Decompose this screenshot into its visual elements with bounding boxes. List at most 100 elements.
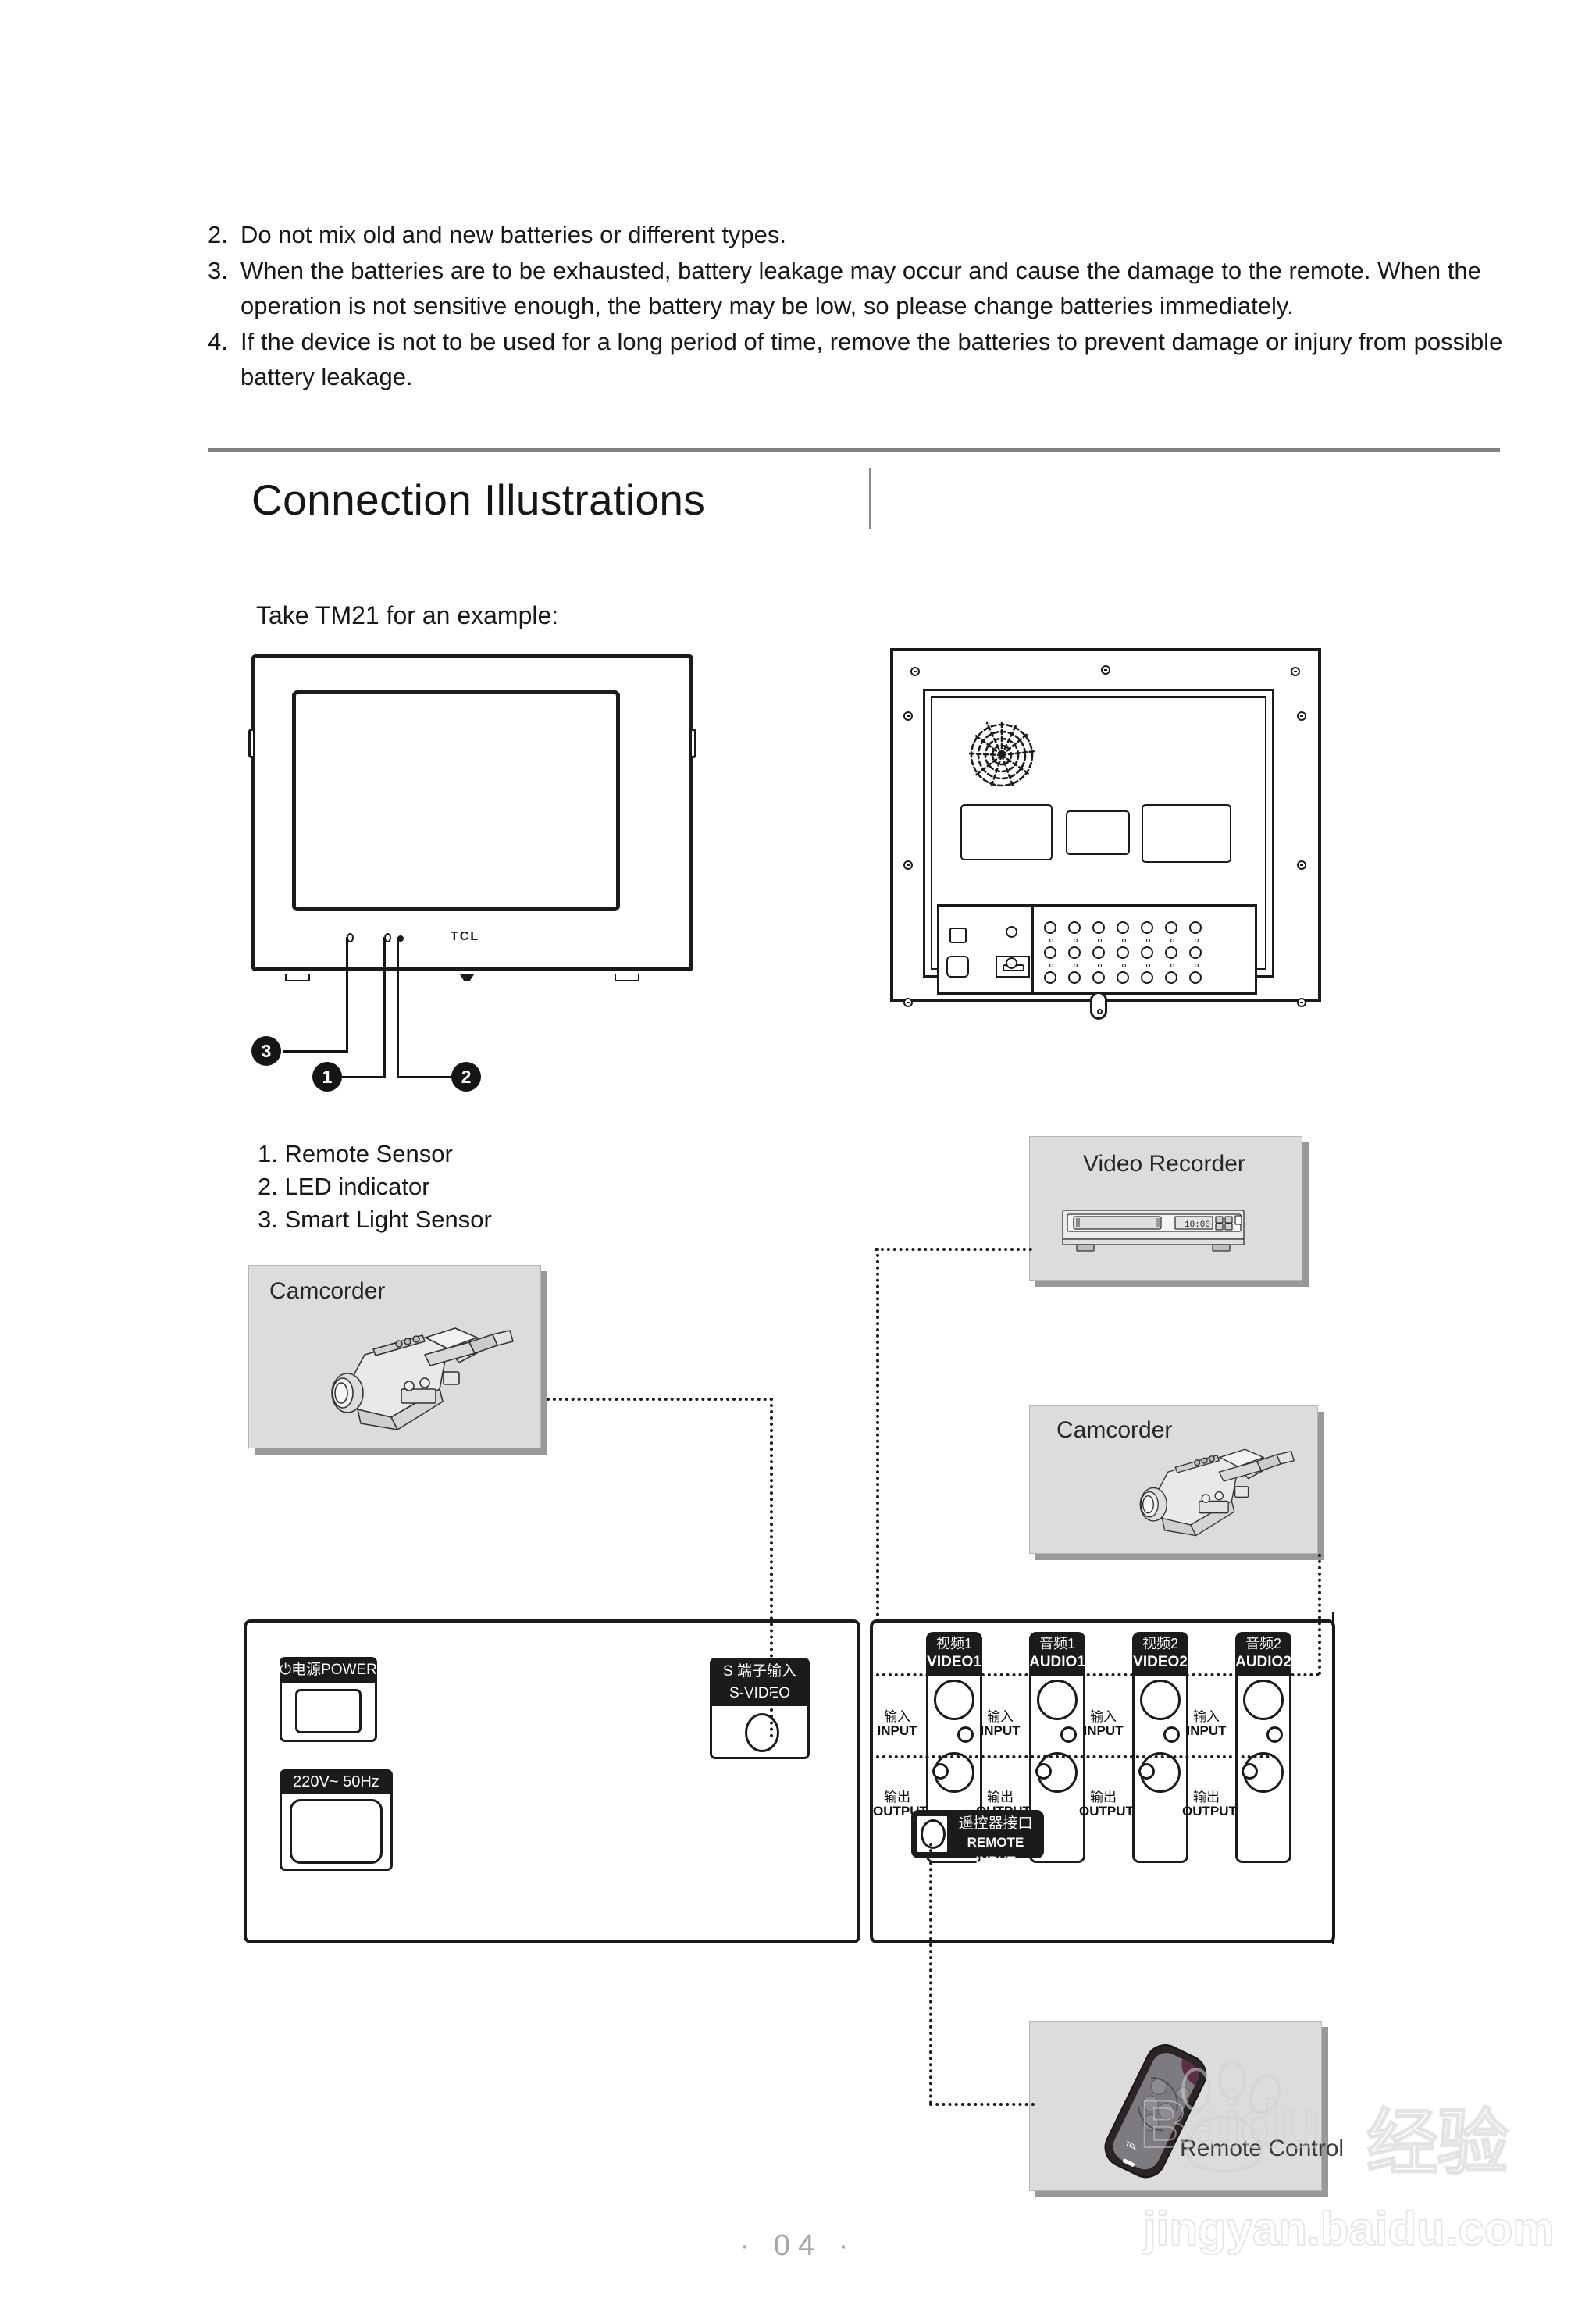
rear-pin-icon xyxy=(1122,964,1126,967)
list-item-number: 4. xyxy=(208,328,228,355)
audio2-mid-jack[interactable] xyxy=(1266,1726,1283,1743)
callout-leader-2-horizontal xyxy=(397,1076,455,1078)
audio2-tail-jack[interactable] xyxy=(1242,1763,1258,1780)
rear-pin-icon xyxy=(1098,939,1102,942)
rear-pin-icon xyxy=(1195,939,1199,942)
rear-pin-icon xyxy=(1170,939,1174,942)
rear-jack-icon xyxy=(1165,921,1177,934)
io-label-output-cn: 输出 xyxy=(987,1790,1014,1804)
screw-icon xyxy=(1297,711,1306,721)
rear-label-plate-3 xyxy=(1142,804,1231,863)
video2-mid-jack[interactable] xyxy=(1163,1726,1180,1743)
monitor-screen xyxy=(292,690,620,911)
connector-panel-right: 视频1 VIDEO1 输入 INPUT 输出 OUTPUT 音频1 AUDIO1 xyxy=(870,1619,1335,1943)
cable-camcorder-right-v xyxy=(1318,1554,1321,1675)
power-label-cn: 电源 xyxy=(291,1662,322,1678)
io-label-output-cn: 输出 xyxy=(884,1790,910,1804)
list-item-text: If the device is not to be used for a lo… xyxy=(240,328,1503,390)
legend-item-1: 1. Remote Sensor xyxy=(258,1140,453,1167)
video1-input-jack[interactable] xyxy=(934,1680,974,1720)
side-tab-left-icon xyxy=(248,729,255,758)
strip-label-cn: 音频1 xyxy=(1038,1636,1075,1651)
remote-input-label-cn: 遥控器接口 xyxy=(958,1815,1033,1832)
rear-jack-icon xyxy=(1189,921,1202,934)
list-item: 3. When the batteries are to be exhauste… xyxy=(208,253,1519,323)
connector-strip-video2: 视频2 VIDEO2 xyxy=(1132,1632,1188,1863)
video1-mid-jack[interactable] xyxy=(957,1726,974,1743)
rear-label-plate-1 xyxy=(960,804,1053,860)
power-label-en: POWER xyxy=(321,1662,377,1678)
remote-input-jack[interactable] xyxy=(915,1814,949,1854)
rear-jack-icon xyxy=(1117,921,1129,934)
video2-tail-jack[interactable] xyxy=(1138,1763,1155,1780)
io-label-input: 输入 INPUT xyxy=(1182,1710,1231,1738)
audio1-input-jack[interactable] xyxy=(1037,1680,1078,1720)
svideo-jack[interactable] xyxy=(710,1706,810,1759)
strip-label-en: VIDEO1 xyxy=(927,1654,981,1670)
io-label-output: 输出 OUTPUT xyxy=(1182,1790,1237,1819)
legend-item-3: 3. Smart Light Sensor xyxy=(258,1206,492,1233)
watermark-brand-cn: 经验 xyxy=(1366,2103,1509,2184)
speaker-grille-icon xyxy=(965,717,1038,793)
cable-video-recorder-v xyxy=(876,1248,879,1623)
io-label-input: 输入 INPUT xyxy=(873,1710,921,1738)
cable-output-bus xyxy=(876,1755,1276,1758)
video1-tail-jack[interactable] xyxy=(932,1763,949,1780)
power-switch-label: ⏻电源POWER xyxy=(280,1657,377,1683)
device-label: Remote Control xyxy=(1180,2136,1345,2161)
rear-jack-icon xyxy=(1006,926,1017,938)
io-label-output-en: OUTPUT xyxy=(1182,1803,1237,1819)
device-box-camcorder-right: Camcorder xyxy=(1029,1405,1318,1554)
screw-icon xyxy=(903,998,913,1007)
rear-jack-icon xyxy=(1165,946,1177,959)
mains-socket-body[interactable] xyxy=(280,1794,393,1871)
rear-jack-icon xyxy=(1189,946,1202,959)
device-box-remote-control: TCL Remote Control xyxy=(1029,2021,1344,2191)
strip-label-cn: 视频2 xyxy=(1142,1636,1178,1651)
svg-text:10:00: 10:00 xyxy=(1185,1220,1210,1230)
cable-remote-h xyxy=(929,2103,1035,2106)
io-label-output: 输出 OUTPUT xyxy=(1079,1790,1134,1819)
io-label-input-en: INPUT xyxy=(1083,1723,1124,1738)
panel-right-rail xyxy=(1332,1612,1334,1944)
callout-badge-3: 3 xyxy=(251,1036,281,1066)
screw-icon xyxy=(1297,998,1306,1007)
audio1-mid-jack[interactable] xyxy=(1060,1726,1077,1743)
svideo-label-cn: S 端子输入 xyxy=(723,1663,796,1680)
brand-logo: TCL xyxy=(451,930,480,943)
io-label-input-en: INPUT xyxy=(1186,1723,1227,1738)
rear-pin-icon xyxy=(1170,964,1174,967)
page-number: · 04 · xyxy=(739,2229,857,2262)
io-label-input: 输入 INPUT xyxy=(1079,1710,1128,1738)
rear-label-plate-2 xyxy=(1066,810,1130,855)
power-symbol-icon: ⏻ xyxy=(280,1662,292,1678)
monitor-bezel: TCL xyxy=(248,654,696,981)
video-recorder-illustration: 10:00 xyxy=(1062,1210,1245,1252)
cable-video-recorder-h xyxy=(875,1248,1032,1251)
rear-jack-icon xyxy=(1141,946,1153,959)
callout-badge-2: 2 xyxy=(451,1062,481,1092)
rear-socket-icon xyxy=(946,956,969,978)
list-item-number: 2. xyxy=(208,221,228,248)
device-label: Video Recorder xyxy=(1083,1151,1245,1177)
monitor-rear-view xyxy=(890,648,1327,1020)
side-tab-right-icon xyxy=(689,729,696,758)
strip-label-video1: 视频1 VIDEO1 xyxy=(926,1632,982,1676)
rear-jack-icon xyxy=(1068,921,1081,934)
monitor-foot-right xyxy=(615,974,639,981)
cable-camcorder-left-h xyxy=(547,1398,773,1401)
list-item: 2. Do not mix old and new batteries or d… xyxy=(208,217,1519,252)
io-label-input-en: INPUT xyxy=(877,1723,917,1738)
camcorder-illustration xyxy=(1139,1448,1295,1537)
strip-label-en: VIDEO2 xyxy=(1133,1654,1188,1670)
power-switch-body[interactable] xyxy=(280,1683,377,1742)
connector-panel-left: ⏻电源POWER 220V~ 50Hz S 端子输入 S-VIDEO xyxy=(244,1619,860,1943)
rear-pin-icon xyxy=(1049,964,1053,967)
callout-leader-3-vertical xyxy=(346,937,348,1053)
audio2-input-jack[interactable] xyxy=(1243,1680,1284,1720)
connector-strip-audio2: 音频2 AUDIO2 xyxy=(1235,1632,1291,1863)
io-label-output-cn: 输出 xyxy=(1193,1790,1220,1804)
io-label-output-en: OUTPUT xyxy=(1079,1803,1134,1819)
audio1-tail-jack[interactable] xyxy=(1035,1763,1052,1780)
video2-input-jack[interactable] xyxy=(1140,1680,1181,1720)
